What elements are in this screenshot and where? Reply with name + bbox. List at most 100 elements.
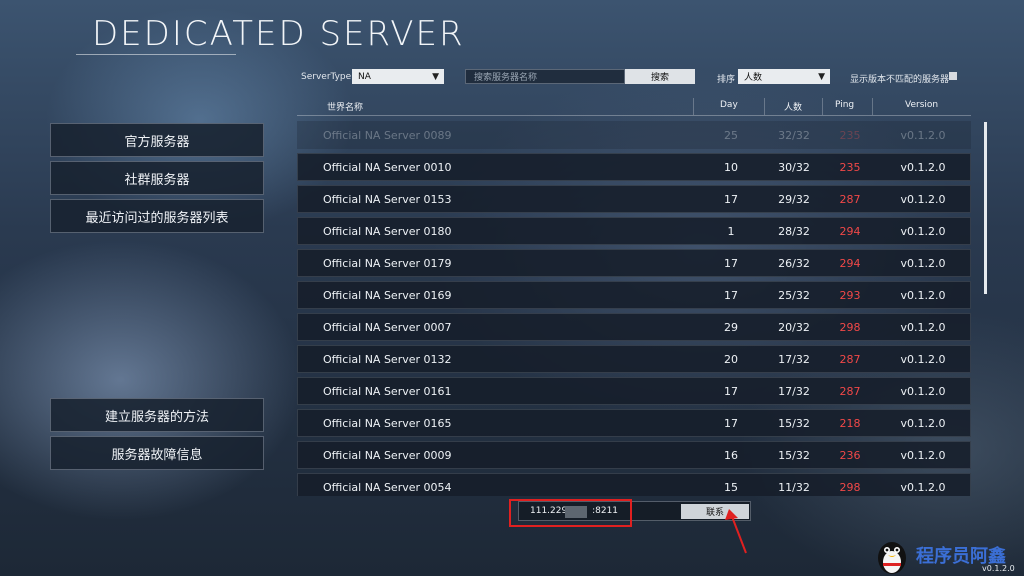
server-version: v0.1.2.0: [900, 289, 946, 302]
server-ping: 298: [839, 321, 861, 334]
header-name[interactable]: 世界名称: [327, 100, 363, 113]
table-row[interactable]: Official NA Server 0132 20 17/32 287 v0.…: [297, 345, 971, 373]
server-players: 11/32: [778, 481, 810, 494]
server-players: 25/32: [778, 289, 810, 302]
arrow-icon: [725, 509, 747, 554]
game-version: v0.1.2.0: [982, 564, 1015, 573]
server-version: v0.1.2.0: [900, 353, 946, 366]
server-name: Official NA Server 0007: [323, 321, 452, 334]
server-name: Official NA Server 0010: [323, 161, 452, 174]
server-type-dropdown[interactable]: NA ▼: [352, 69, 444, 84]
server-name: Official NA Server 0153: [323, 193, 452, 206]
nav-server-troubleshoot[interactable]: 服务器故障信息: [50, 436, 264, 470]
show-mismatch-checkbox[interactable]: [949, 72, 957, 80]
server-list: Official NA Server 0089 25 32/32 235 v0.…: [297, 121, 971, 496]
sort-label: 排序: [717, 75, 736, 85]
server-players: 28/32: [778, 225, 810, 238]
sort-dropdown[interactable]: 人数 ▼: [738, 69, 830, 84]
server-version: v0.1.2.0: [900, 417, 946, 430]
search-button[interactable]: 搜索: [625, 69, 695, 84]
nav-recent-servers[interactable]: 最近访问过的服务器列表: [50, 199, 264, 233]
header-ping[interactable]: Ping: [835, 100, 854, 110]
table-row[interactable]: Official NA Server 0054 15 11/32 298 v0.…: [297, 473, 971, 496]
server-players: 15/32: [778, 417, 810, 430]
server-day: 17: [724, 257, 738, 270]
table-row[interactable]: Official NA Server 0180 1 28/32 294 v0.1…: [297, 217, 971, 245]
server-version: v0.1.2.0: [900, 321, 946, 334]
server-version: v0.1.2.0: [900, 449, 946, 462]
server-day: 17: [724, 417, 738, 430]
table-row[interactable]: Official NA Server 0169 17 25/32 293 v0.…: [297, 281, 971, 309]
chevron-down-icon: ▼: [432, 72, 439, 82]
server-version: v0.1.2.0: [900, 481, 946, 494]
list-scrollbar[interactable]: [984, 122, 987, 294]
server-name: Official NA Server 0179: [323, 257, 452, 270]
server-players: 17/32: [778, 385, 810, 398]
server-day: 17: [724, 385, 738, 398]
table-row[interactable]: Official NA Server 0089 25 32/32 235 v0.…: [297, 121, 971, 149]
server-name: Official NA Server 0054: [323, 481, 452, 494]
server-day: 20: [724, 353, 738, 366]
header-divider: [872, 98, 873, 115]
server-ping: 235: [839, 129, 861, 142]
server-version: v0.1.2.0: [900, 129, 946, 142]
table-header: 世界名称 Day 人数 Ping Version: [297, 98, 971, 116]
header-version[interactable]: Version: [905, 100, 938, 110]
server-ping: 293: [839, 289, 861, 302]
server-players: 15/32: [778, 449, 810, 462]
server-players: 32/32: [778, 129, 810, 142]
penguin-logo-icon: [878, 542, 906, 574]
table-row[interactable]: Official NA Server 0161 17 17/32 287 v0.…: [297, 377, 971, 405]
table-row[interactable]: Official NA Server 0179 17 26/32 294 v0.…: [297, 249, 971, 277]
server-ping: 218: [839, 417, 861, 430]
nav-official-servers[interactable]: 官方服务器: [50, 123, 264, 157]
server-players: 30/32: [778, 161, 810, 174]
table-row[interactable]: Official NA Server 0009 16 15/32 236 v0.…: [297, 441, 971, 469]
title-underline: [76, 54, 236, 55]
server-ping: 235: [839, 161, 861, 174]
server-type-label: ServerType: [301, 72, 352, 82]
server-name: Official NA Server 0180: [323, 225, 452, 238]
header-players[interactable]: 人数: [784, 100, 802, 113]
server-players: 17/32: [778, 353, 810, 366]
server-ping: 287: [839, 353, 861, 366]
server-day: 10: [724, 161, 738, 174]
server-day: 17: [724, 193, 738, 206]
server-ping: 298: [839, 481, 861, 494]
server-players: 26/32: [778, 257, 810, 270]
header-divider: [822, 98, 823, 115]
server-name: Official NA Server 0132: [323, 353, 452, 366]
chevron-down-icon: ▼: [818, 72, 825, 82]
page-title: DEDICATED SERVER: [92, 14, 465, 54]
server-day: 1: [727, 225, 735, 238]
server-ping: 287: [839, 193, 861, 206]
table-row[interactable]: Official NA Server 0153 17 29/32 287 v0.…: [297, 185, 971, 213]
table-row[interactable]: Official NA Server 0010 10 30/32 235 v0.…: [297, 153, 971, 181]
show-mismatch-label: 显示版本不匹配的服务器: [850, 75, 950, 85]
nav-community-servers[interactable]: 社群服务器: [50, 161, 264, 195]
server-name: Official NA Server 0009: [323, 449, 452, 462]
table-row[interactable]: Official NA Server 0165 17 15/32 218 v0.…: [297, 409, 971, 437]
server-version: v0.1.2.0: [900, 225, 946, 238]
search-input[interactable]: 搜索服务器名称: [465, 69, 625, 84]
server-ping: 236: [839, 449, 861, 462]
header-day[interactable]: Day: [720, 100, 738, 110]
highlight-box: [509, 499, 632, 527]
header-divider: [693, 98, 694, 115]
server-day: 16: [724, 449, 738, 462]
header-divider: [764, 98, 765, 115]
server-day: 25: [724, 129, 738, 142]
server-day: 15: [724, 481, 738, 494]
server-name: Official NA Server 0169: [323, 289, 452, 302]
server-version: v0.1.2.0: [900, 257, 946, 270]
server-ping: 294: [839, 257, 861, 270]
server-players: 20/32: [778, 321, 810, 334]
nav-how-to-host[interactable]: 建立服务器的方法: [50, 398, 264, 432]
server-version: v0.1.2.0: [900, 161, 946, 174]
server-day: 29: [724, 321, 738, 334]
table-row[interactable]: Official NA Server 0007 29 20/32 298 v0.…: [297, 313, 971, 341]
sort-value: 人数: [744, 73, 763, 83]
server-ping: 287: [839, 385, 861, 398]
server-day: 17: [724, 289, 738, 302]
server-name: Official NA Server 0161: [323, 385, 452, 398]
